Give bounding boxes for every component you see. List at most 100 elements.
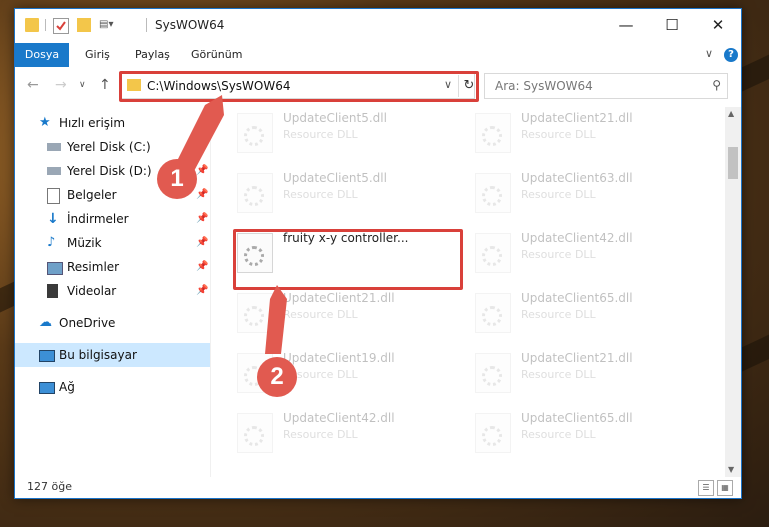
file-name: UpdateClient42.dll [283,411,395,425]
search-icon[interactable]: ⚲ [712,78,721,92]
window-title: SysWOW64 [155,18,225,32]
search-box[interactable]: Ara: SysWOW64 ⚲ [484,73,728,99]
help-icon[interactable]: ? [724,48,738,62]
file-item[interactable]: UpdateClient21.dll Resource DLL [227,285,452,341]
pin-icon[interactable]: 📌 [196,255,208,279]
details-view-icon[interactable]: ☰ [698,480,714,496]
sidebar-item-downloads[interactable]: ↓ İndirmeler 📌 [15,207,210,231]
customize-toolbar-icon[interactable]: ▤▾ [99,18,113,32]
sidebar-item-label: Belgeler [67,188,117,202]
sidebar-item-label: İndirmeler [67,212,129,226]
step-2-badge: 2 [257,357,297,397]
gear-icon [482,306,502,326]
file-item[interactable]: UpdateClient21.dll Resource DLL [465,105,690,161]
file-item[interactable]: UpdateClient65.dll Resource DLL [465,405,690,461]
download-icon: ↓ [47,211,59,227]
address-highlight [119,71,479,102]
pin-icon[interactable]: 📌 [196,135,208,159]
title-bar: ▤▾ SysWOW64 — ☐ ✕ [15,9,741,41]
sidebar-item-quick-access[interactable]: ★ Hızlı erişim [15,111,210,135]
expand-ribbon-icon[interactable]: ∨ [705,47,713,60]
file-name: UpdateClient65.dll [521,291,633,305]
sidebar-item-onedrive[interactable]: ☁ OneDrive [15,311,210,335]
file-item[interactable]: UpdateClient63.dll Resource DLL [465,165,690,221]
video-icon [47,284,58,298]
tab-file[interactable]: Dosya [15,43,69,67]
dll-file-icon [475,113,511,153]
network-icon [39,382,55,394]
file-type: Resource DLL [521,428,596,441]
pin-icon[interactable]: 📌 [196,231,208,255]
maximize-button[interactable]: ☐ [649,9,695,41]
file-type: Resource DLL [283,428,358,441]
dll-file-icon [475,353,511,393]
sidebar-item-label: Videolar [67,284,117,298]
scroll-down-icon[interactable]: ▼ [728,465,734,474]
tab-home[interactable]: Giriş [85,43,110,67]
large-icons-view-icon[interactable]: ▦ [717,480,733,496]
recent-locations-icon[interactable]: ∨ [79,80,86,90]
dll-file-icon [237,173,273,213]
dll-file-icon [237,413,273,453]
sidebar-item-videos[interactable]: Videolar 📌 [15,279,210,303]
gear-icon [244,306,264,326]
gear-icon [482,186,502,206]
tab-share[interactable]: Paylaş [135,43,170,67]
properties-icon[interactable] [53,18,69,34]
vertical-scrollbar[interactable]: ▲ ▼ [725,107,741,477]
file-item[interactable]: UpdateClient5.dll Resource DLL [227,165,452,221]
music-icon: ♪ [47,235,56,250]
tab-view[interactable]: Görünüm [191,43,242,67]
gear-icon [244,126,264,146]
pin-icon[interactable]: 📌 [196,159,208,183]
new-folder-icon[interactable] [77,18,91,32]
computer-icon [39,350,55,362]
drive-icon [47,143,61,151]
step-1-badge: 1 [157,159,197,199]
file-type: Resource DLL [521,188,596,201]
drive-icon [47,167,61,175]
back-icon[interactable]: ← [27,77,39,93]
file-item[interactable]: UpdateClient42.dll Resource DLL [465,225,690,281]
close-button[interactable]: ✕ [695,9,741,41]
pane-divider [210,107,211,477]
sidebar-item-drive-c[interactable]: Yerel Disk (C:) 📌 [15,135,210,159]
file-type: Resource DLL [283,308,358,321]
sidebar-item-pictures[interactable]: Resimler 📌 [15,255,210,279]
file-name: UpdateClient63.dll [521,171,633,185]
scroll-up-icon[interactable]: ▲ [728,109,734,118]
file-type: Resource DLL [283,188,358,201]
file-item[interactable]: UpdateClient5.dll Resource DLL [227,105,452,161]
file-type: Resource DLL [521,308,596,321]
dll-file-icon [237,113,273,153]
dll-file-icon [237,293,273,333]
minimize-button[interactable]: — [603,9,649,41]
scrollbar-thumb[interactable] [728,147,738,179]
sidebar-item-music[interactable]: ♪ Müzik 📌 [15,231,210,255]
file-name: UpdateClient19.dll [283,351,395,365]
up-icon[interactable]: ↑ [99,77,111,93]
document-icon [47,188,60,204]
sidebar-item-this-pc[interactable]: Bu bilgisayar [15,343,210,367]
pin-icon[interactable]: 📌 [196,207,208,231]
sidebar-item-label: Hızlı erişim [59,116,126,130]
gear-icon [482,366,502,386]
navigation-bar: ← → ∨ ↑ C:\Windows\SysWOW64 ∨ ↻ Ara: Sys… [15,71,741,102]
sidebar-item-label: Ağ [59,380,75,394]
file-name: UpdateClient5.dll [283,111,387,125]
search-input[interactable]: Ara: SysWOW64 [495,79,593,93]
cloud-icon: ☁ [39,315,52,330]
sidebar-item-network[interactable]: Ağ [15,375,210,399]
pin-icon[interactable]: 📌 [196,279,208,303]
file-type: Resource DLL [521,128,596,141]
dll-file-icon [475,233,511,273]
file-item[interactable]: UpdateClient21.dll Resource DLL [465,345,690,401]
dll-file-icon [475,173,511,213]
file-highlight [233,229,463,290]
sidebar-item-label: Resimler [67,260,120,274]
separator [45,19,46,31]
pin-icon[interactable]: 📌 [196,183,208,207]
forward-icon[interactable]: → [55,77,67,93]
file-item[interactable]: UpdateClient42.dll Resource DLL [227,405,452,461]
file-item[interactable]: UpdateClient65.dll Resource DLL [465,285,690,341]
